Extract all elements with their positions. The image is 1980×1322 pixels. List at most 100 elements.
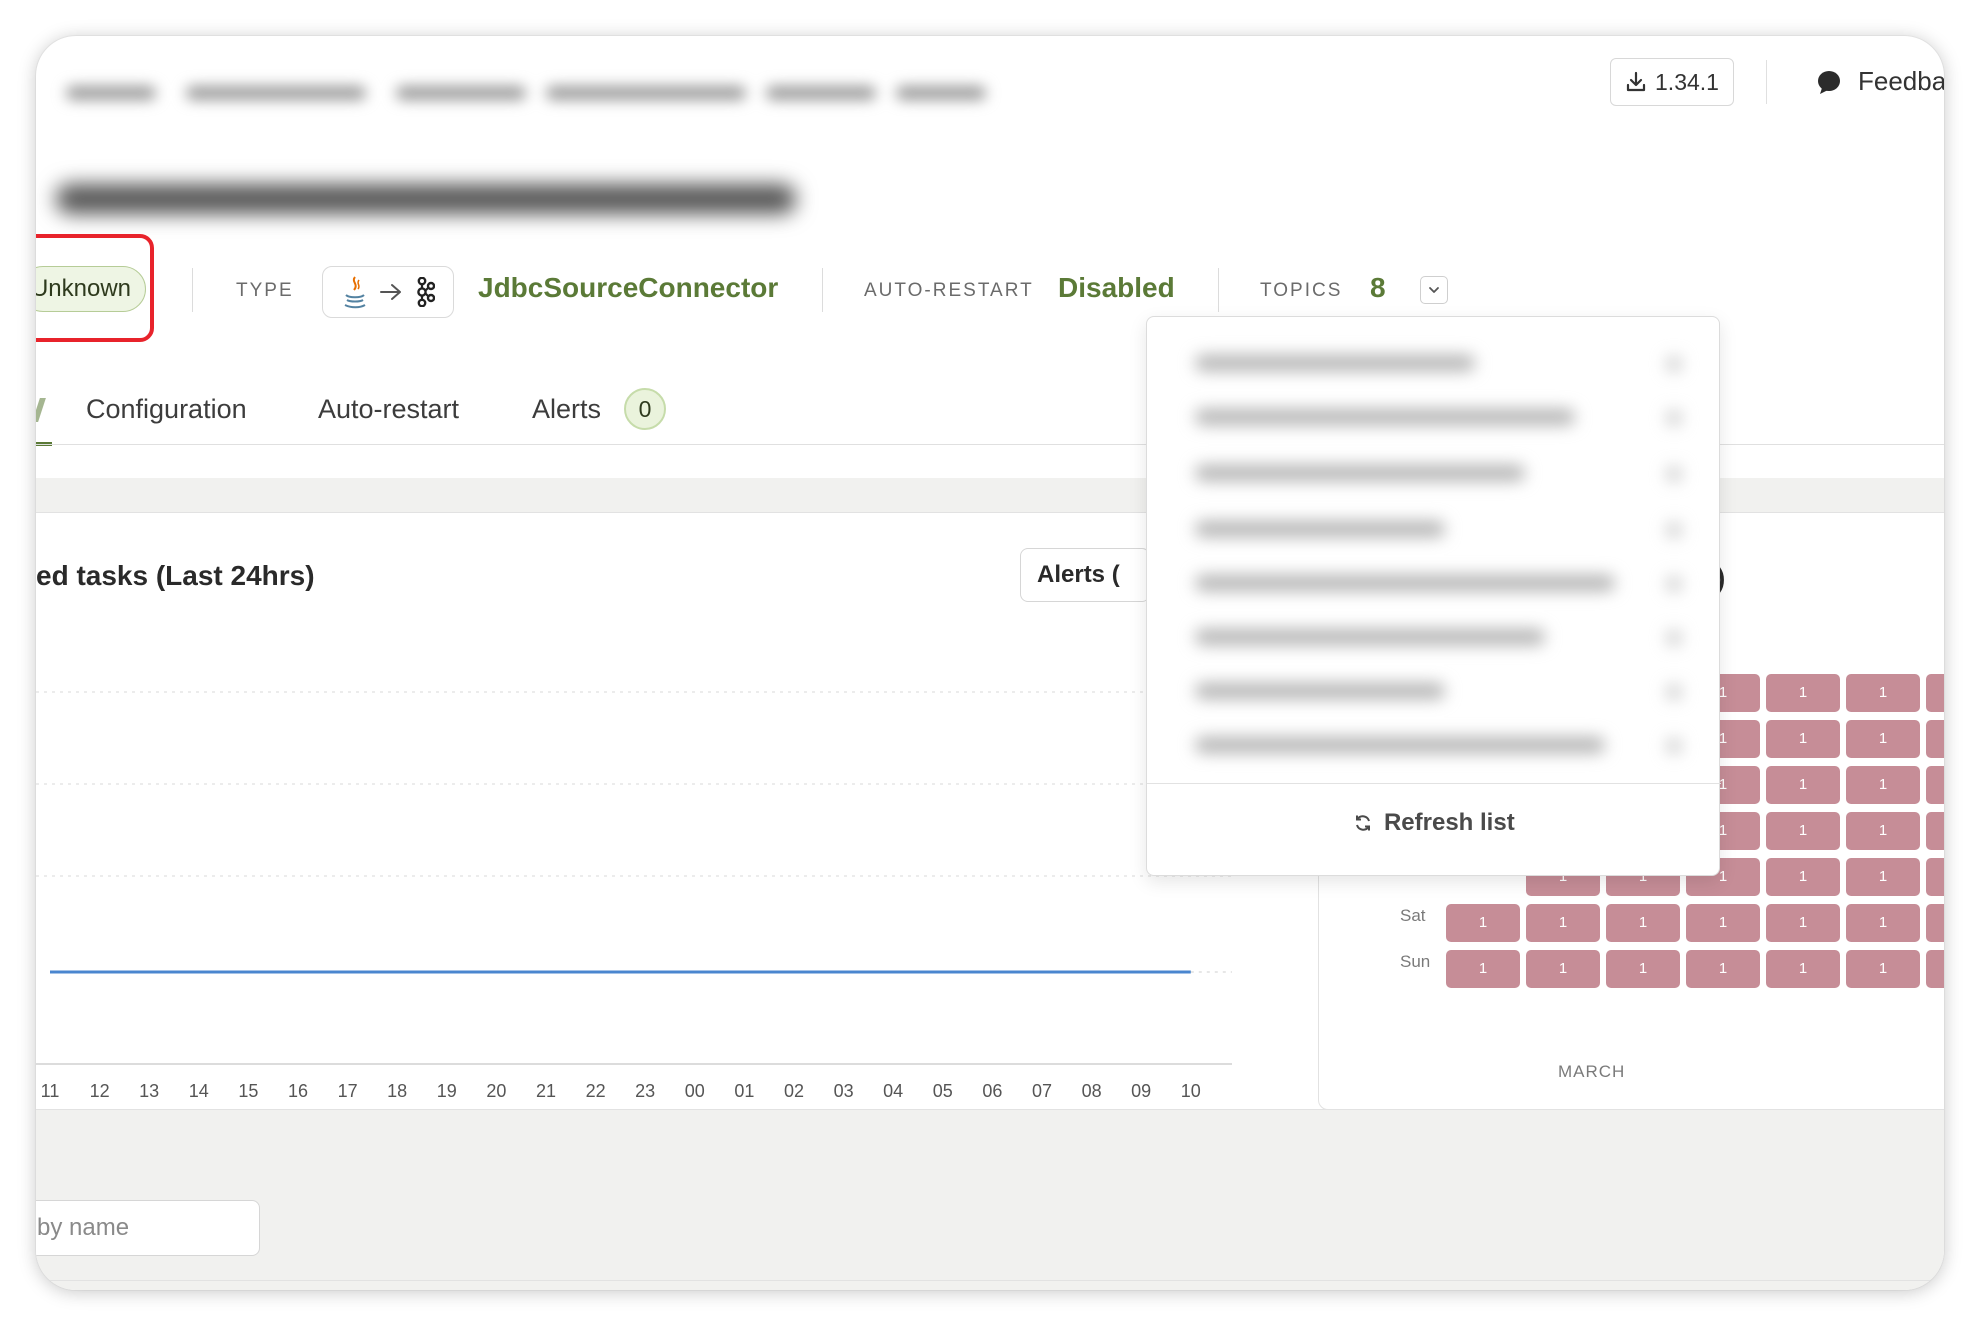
topics-count: 8 xyxy=(1370,272,1386,303)
list-item[interactable] xyxy=(1195,683,1445,699)
java-icon xyxy=(344,276,366,309)
refresh-icon xyxy=(1356,815,1371,831)
heatmap-cell[interactable]: 1 xyxy=(1766,904,1840,942)
chart-title: ed tasks (Last 24hrs) xyxy=(36,560,315,591)
heatmap-cell[interactable]: 1 xyxy=(1446,904,1520,942)
failed-tasks-chart: 11 12 13 14 15 16 17 18 19 20 21 22 23 00 01 02 03 04 05 06… xyxy=(36,691,1236,1101)
auto-restart-value: Disabled xyxy=(1058,272,1175,303)
x-tick-label: 04 xyxy=(883,1081,903,1101)
heatmap-cell[interactable]: 1 xyxy=(1446,950,1520,988)
heatmap-cell[interactable]: 1 xyxy=(1766,674,1840,712)
heatmap-cell[interactable]: 1 xyxy=(1926,950,1944,988)
divider xyxy=(822,268,823,312)
heatmap-cell[interactable]: 1 xyxy=(1846,674,1920,712)
x-tick-label: 14 xyxy=(189,1081,209,1101)
chat-bubble-icon xyxy=(1818,70,1840,94)
list-item[interactable] xyxy=(1195,409,1575,425)
refresh-list-button[interactable]: Refresh list xyxy=(1147,809,1721,837)
x-tick-label: 01 xyxy=(734,1081,754,1101)
x-tick-label: 05 xyxy=(933,1081,953,1101)
list-item[interactable] xyxy=(1195,355,1475,371)
auto-restart-label: AUTO-RESTART xyxy=(864,280,1034,301)
header-divider xyxy=(1766,60,1767,104)
heatmap-cell[interactable]: 1 xyxy=(1606,904,1680,942)
x-tick-label: 22 xyxy=(586,1081,606,1101)
day-label-sun: Sun xyxy=(1400,952,1431,971)
list-item-icon xyxy=(1667,685,1681,699)
heatmap-cell[interactable]: 1 xyxy=(1846,720,1920,758)
type-label: TYPE xyxy=(236,280,294,301)
breadcrumb xyxy=(36,74,996,118)
divider xyxy=(192,268,193,312)
x-tick-label: 23 xyxy=(635,1081,655,1101)
kafka-icon xyxy=(417,277,435,307)
feedback-label: Feedba xyxy=(1858,66,1944,96)
heatmap-cell[interactable]: 1 xyxy=(1926,674,1944,712)
tab-overview-fragment[interactable] xyxy=(36,398,46,422)
heatmap-cell[interactable]: 1 xyxy=(1526,904,1600,942)
x-tick-label: 16 xyxy=(288,1081,308,1101)
heatmap-cell[interactable]: 1 xyxy=(1926,720,1944,758)
heatmap-cell[interactable]: 1 xyxy=(1926,858,1944,896)
list-item-icon xyxy=(1667,357,1681,371)
x-tick-label: 07 xyxy=(1032,1081,1052,1101)
x-tick-label: 15 xyxy=(238,1081,258,1101)
heatmap-cell[interactable]: 1 xyxy=(1766,720,1840,758)
heatmap-cell[interactable]: 1 xyxy=(1926,904,1944,942)
topics-dropdown-toggle[interactable] xyxy=(1420,276,1448,304)
heatmap-cell[interactable]: 1 xyxy=(1766,766,1840,804)
app-window: 1.34.1 Feedba Unknown TYPE JdbcSourceCon… xyxy=(36,36,1944,1290)
heatmap-cell[interactable]: 1 xyxy=(1926,812,1944,850)
list-item[interactable] xyxy=(1195,465,1525,481)
list-item[interactable] xyxy=(1195,737,1605,753)
download-icon xyxy=(1626,71,1646,92)
x-tick-label: 20 xyxy=(486,1081,506,1101)
list-item-icon xyxy=(1667,631,1681,645)
search-input[interactable]: by name xyxy=(36,1200,260,1256)
x-tick-label: 17 xyxy=(338,1081,358,1101)
heatmap-cell[interactable]: 1 xyxy=(1846,904,1920,942)
alerts-count-badge: 0 xyxy=(624,388,666,430)
status-badge: Unknown xyxy=(36,266,146,312)
heatmap-cell[interactable]: 1 xyxy=(1766,812,1840,850)
connector-class: JdbcSourceConnector xyxy=(478,272,779,303)
heatmap-cell[interactable]: 1 xyxy=(1686,904,1760,942)
x-tick-label: 06 xyxy=(982,1081,1002,1101)
month-label: MARCH xyxy=(1558,1062,1626,1081)
x-tick-label: 13 xyxy=(139,1081,159,1101)
heatmap-cell[interactable]: 1 xyxy=(1846,950,1920,988)
heatmap-cell[interactable]: 1 xyxy=(1526,950,1600,988)
list-item[interactable] xyxy=(1195,575,1615,591)
page-title xyxy=(36,154,826,246)
list-item-icon xyxy=(1667,577,1681,591)
list-item[interactable] xyxy=(1195,629,1545,645)
download-version-button[interactable]: 1.34.1 xyxy=(1610,58,1734,106)
version-label: 1.34.1 xyxy=(1655,68,1719,95)
list-item-icon xyxy=(1667,523,1681,537)
heatmap-cell[interactable]: 1 xyxy=(1846,858,1920,896)
table-header-divider xyxy=(36,1280,1944,1281)
tab-auto-restart[interactable]: Auto-restart xyxy=(318,394,459,425)
connector-type-chip xyxy=(322,266,454,318)
topics-dropdown: Refresh list xyxy=(1146,316,1721,876)
heatmap-cell[interactable]: 1 xyxy=(1926,766,1944,804)
list-item[interactable] xyxy=(1195,521,1445,537)
dropdown-divider xyxy=(1147,783,1721,784)
x-tick-label: 12 xyxy=(90,1081,110,1101)
list-item-icon xyxy=(1667,467,1681,481)
heatmap-cell[interactable]: 1 xyxy=(1846,812,1920,850)
alerts-filter-button[interactable]: Alerts ( xyxy=(1020,548,1150,602)
feedback-button[interactable]: Feedba xyxy=(1816,66,1944,97)
tab-configuration[interactable]: Configuration xyxy=(86,394,247,425)
refresh-label: Refresh list xyxy=(1383,809,1515,836)
tab-alerts[interactable]: Alerts xyxy=(532,394,601,425)
x-tick-label: 09 xyxy=(1131,1081,1151,1101)
x-tick-label: 08 xyxy=(1082,1081,1102,1101)
heatmap-cell[interactable]: 1 xyxy=(1766,950,1840,988)
heatmap-cell[interactable]: 1 xyxy=(1686,950,1760,988)
heatmap-cell[interactable]: 1 xyxy=(1606,950,1680,988)
heatmap-cell[interactable]: 1 xyxy=(1846,766,1920,804)
topics-list xyxy=(1147,337,1707,753)
heatmap-cell[interactable]: 1 xyxy=(1766,858,1840,896)
divider xyxy=(1218,268,1219,312)
